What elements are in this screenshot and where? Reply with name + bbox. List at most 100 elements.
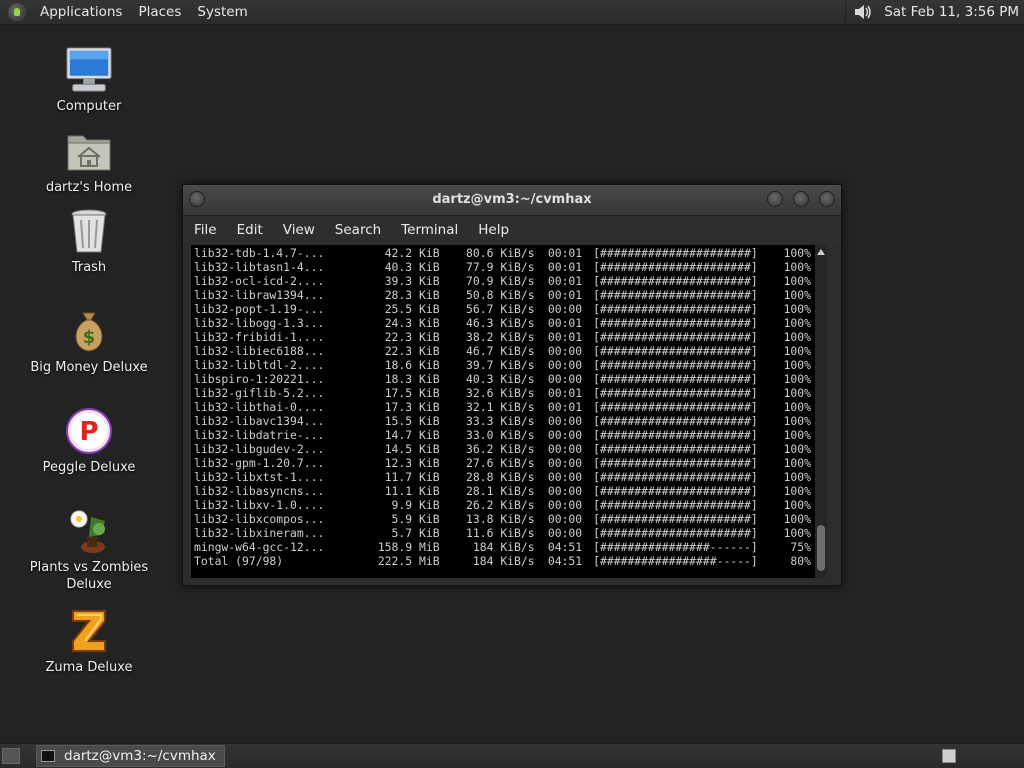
- close-button[interactable]: [819, 191, 835, 207]
- line-bar: [######################]: [593, 330, 758, 344]
- line-time: 00:00: [547, 512, 583, 526]
- line-rate: 33.0 KiB/s: [466, 428, 535, 442]
- line-pct: 100%: [783, 288, 811, 302]
- line-time: 00:01: [547, 400, 583, 414]
- desktop-icon-label: Zuma Deluxe: [45, 660, 133, 675]
- line-size: 15.5 KiB: [384, 414, 440, 428]
- line-time: 00:01: [547, 330, 583, 344]
- terminal-scrollbar[interactable]: [815, 245, 827, 578]
- line-name: lib32-libdatrie-...: [194, 428, 325, 442]
- line-bar: [######################]: [593, 526, 758, 540]
- svg-text:P: P: [79, 417, 98, 447]
- line-bar: [######################]: [593, 316, 758, 330]
- money-bag-icon: $: [65, 307, 113, 355]
- line-name: lib32-libiec6188...: [194, 344, 325, 358]
- terminal-line: libspiro-1:20221... 18.3 KiB 40.3 KiB/s 00:…: [194, 372, 811, 386]
- clock[interactable]: Sat Feb 11, 3:56 PM: [882, 4, 1024, 20]
- scroll-up-arrow-icon[interactable]: [817, 249, 825, 255]
- line-size: 12.3 KiB: [384, 456, 440, 470]
- taskbar-item-terminal[interactable]: dartz@vm3:~/cvmhax: [36, 745, 225, 767]
- desktop-icon-pvz[interactable]: Plants vs Zombies Deluxe: [24, 507, 154, 593]
- terminal-line: lib32-libogg-1.3... 24.3 KiB 46.3 KiB/s 00:…: [194, 316, 811, 330]
- line-bar: [######################]: [593, 442, 758, 456]
- scrollbar-thumb[interactable]: [817, 525, 825, 571]
- minimize-button[interactable]: [767, 191, 783, 207]
- line-rate: 40.3 KiB/s: [466, 372, 535, 386]
- line-rate: 28.8 KiB/s: [466, 470, 535, 484]
- line-name: lib32-tdb-1.4.7-...: [194, 246, 325, 260]
- menu-file[interactable]: File: [183, 222, 227, 238]
- line-name: lib32-popt-1.19-...: [194, 302, 325, 316]
- desktop-icon-zuma[interactable]: Zuma Deluxe: [24, 607, 154, 676]
- desktop-icon-computer[interactable]: Computer: [24, 46, 154, 115]
- desktop-icon-label: Big Money Deluxe: [30, 360, 148, 375]
- line-rate: 32.1 KiB/s: [466, 400, 535, 414]
- line-time: 00:00: [547, 372, 583, 386]
- line-pct: 80%: [790, 554, 811, 568]
- line-rate: 70.9 KiB/s: [466, 274, 535, 288]
- terminal-line: lib32-libasyncns... 11.1 KiB 28.1 KiB/s 00:…: [194, 484, 811, 498]
- menu-view[interactable]: View: [273, 222, 325, 238]
- line-name: lib32-libthai-0....: [194, 400, 325, 414]
- window-title: dartz@vm3:~/cvmhax: [432, 192, 592, 207]
- line-name: lib32-libgudev-2...: [194, 442, 325, 456]
- line-rate: 46.7 KiB/s: [466, 344, 535, 358]
- menu-edit[interactable]: Edit: [227, 222, 273, 238]
- menu-terminal[interactable]: Terminal: [391, 222, 468, 238]
- line-time: 00:01: [547, 316, 583, 330]
- line-name: Total (97/98): [194, 554, 284, 568]
- line-rate: 184 KiB/s: [472, 540, 535, 554]
- workspace-switcher[interactable]: [942, 749, 956, 763]
- desktop-icon-big-money[interactable]: $ Big Money Deluxe: [24, 307, 154, 376]
- line-rate: 27.6 KiB/s: [466, 456, 535, 470]
- applications-menu[interactable]: Applications: [32, 4, 130, 20]
- line-size: 11.1 KiB: [384, 484, 440, 498]
- line-size: 5.9 KiB: [391, 512, 440, 526]
- menu-help[interactable]: Help: [468, 222, 519, 238]
- line-time: 00:01: [547, 386, 583, 400]
- gnome-foot-icon[interactable]: [8, 3, 26, 21]
- line-bar: [######################]: [593, 372, 758, 386]
- desktop-icon-home[interactable]: dartz's Home: [24, 127, 154, 196]
- terminal-line: lib32-libraw1394... 28.3 KiB 50.8 KiB/s 00:…: [194, 288, 811, 302]
- line-rate: 11.6 KiB/s: [466, 526, 535, 540]
- terminal-icon: [41, 750, 55, 762]
- line-name: lib32-libogg-1.3...: [194, 316, 325, 330]
- maximize-button[interactable]: [793, 191, 809, 207]
- terminal-window[interactable]: dartz@vm3:~/cvmhax File Edit View Search…: [182, 184, 842, 586]
- system-menu[interactable]: System: [189, 4, 255, 20]
- line-pct: 100%: [783, 484, 811, 498]
- line-name: lib32-libxv-1.0....: [194, 498, 325, 512]
- desktop-icon-trash[interactable]: Trash: [24, 207, 154, 276]
- line-time: 00:00: [547, 428, 583, 442]
- volume-icon[interactable]: [845, 1, 874, 23]
- menu-search[interactable]: Search: [325, 222, 391, 238]
- line-bar: [######################]: [593, 484, 758, 498]
- desktop-icon-label: Plants vs Zombies Deluxe: [29, 560, 149, 592]
- line-time: 00:00: [547, 358, 583, 372]
- line-name: mingw-w64-gcc-12...: [194, 540, 325, 554]
- line-pct: 100%: [783, 428, 811, 442]
- line-size: 18.3 KiB: [384, 372, 440, 386]
- line-bar: [######################]: [593, 358, 758, 372]
- window-titlebar[interactable]: dartz@vm3:~/cvmhax: [183, 185, 841, 216]
- line-rate: 26.2 KiB/s: [466, 498, 535, 512]
- show-desktop-icon[interactable]: [2, 748, 20, 764]
- terminal-output[interactable]: lib32-tdb-1.4.7-... 42.2 KiB 80.6 KiB/s 00:…: [191, 245, 827, 578]
- terminal-line: lib32-libiec6188... 22.3 KiB 46.7 KiB/s 00:…: [194, 344, 811, 358]
- line-size: 5.7 KiB: [391, 526, 440, 540]
- line-name: lib32-libavc1394...: [194, 414, 325, 428]
- line-bar: [######################]: [593, 400, 758, 414]
- line-pct: 100%: [783, 442, 811, 456]
- desktop-icon-label: dartz's Home: [45, 180, 133, 195]
- line-pct: 100%: [783, 372, 811, 386]
- line-pct: 100%: [783, 526, 811, 540]
- line-name: lib32-libxineram...: [194, 526, 325, 540]
- places-menu[interactable]: Places: [130, 4, 189, 20]
- line-time: 00:01: [547, 246, 583, 260]
- line-time: 00:00: [547, 484, 583, 498]
- line-size: 14.5 KiB: [384, 442, 440, 456]
- line-rate: 50.8 KiB/s: [466, 288, 535, 302]
- desktop-icon-peggle[interactable]: P Peggle Deluxe: [24, 407, 154, 476]
- line-size: 11.7 KiB: [384, 470, 440, 484]
